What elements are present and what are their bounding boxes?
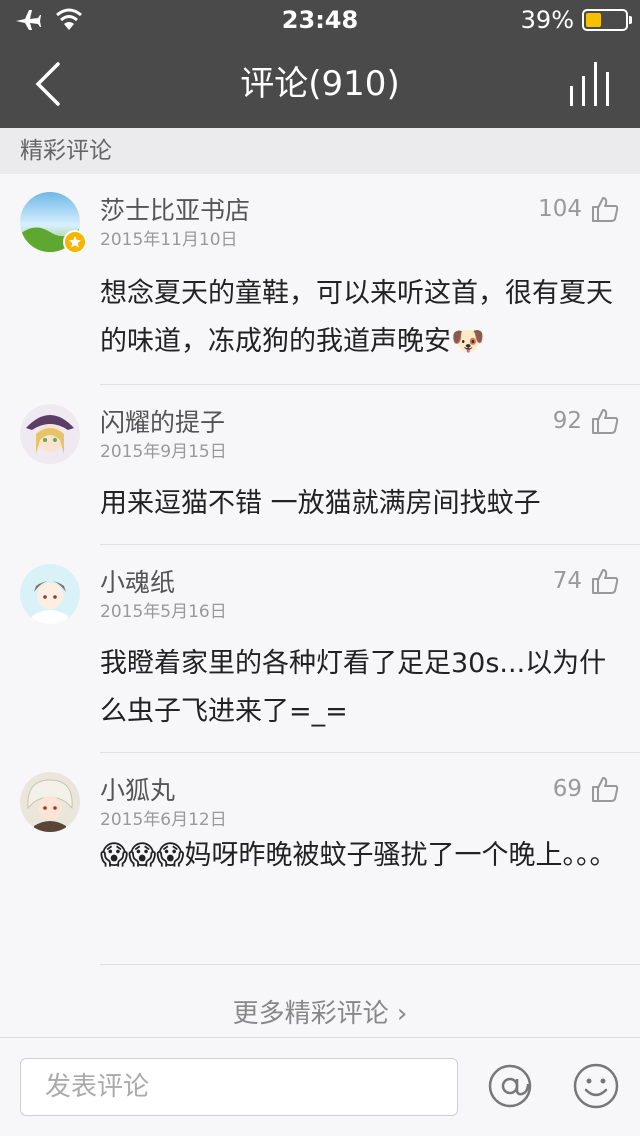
comment-compose-bar: 发表评论 xyxy=(0,1037,640,1136)
like-count: 104 xyxy=(538,196,582,222)
comment-author[interactable]: 小狐丸 xyxy=(100,774,175,808)
thumbs-up-icon xyxy=(592,197,619,222)
like-button[interactable]: 74 xyxy=(553,566,620,596)
comment-date: 2015年6月12日 xyxy=(100,810,227,830)
smiley-icon[interactable] xyxy=(572,1062,620,1110)
divider xyxy=(100,384,640,385)
more-comments-link[interactable]: 更多精彩评论 › xyxy=(0,996,640,1032)
comment-input[interactable]: 发表评论 xyxy=(20,1058,458,1116)
at-sign-icon[interactable] xyxy=(486,1062,534,1110)
comment-author[interactable]: 莎士比亚书店 xyxy=(100,194,250,228)
divider xyxy=(100,544,640,545)
comment-date: 2015年5月16日 xyxy=(100,602,227,622)
battery-percent: 39% xyxy=(520,6,574,34)
section-header: 精彩评论 xyxy=(0,128,640,174)
status-bar: 23:48 39% xyxy=(0,0,640,40)
like-count: 92 xyxy=(552,408,582,434)
comment-text: 想念夏天的童鞋，可以来听这首，很有夏天的味道，冻成狗的我道声晚安🐶 xyxy=(100,278,613,357)
like-button[interactable]: 69 xyxy=(553,774,620,804)
comment-text: 😱😱😱妈呀昨晚被蚊子骚扰了一个晚上。。。 xyxy=(100,840,617,871)
comment-text: 我瞪着家里的各种灯看了足足30s...以为什么虫子飞进来了=_= xyxy=(100,648,607,727)
thumbs-up-icon xyxy=(592,569,619,594)
divider xyxy=(100,752,640,753)
avatar[interactable] xyxy=(20,772,80,832)
comment-date: 2015年11月10日 xyxy=(100,230,238,250)
page-title: 评论(910) xyxy=(240,64,400,104)
like-count: 69 xyxy=(552,776,582,802)
nav-bar: 评论(910) xyxy=(0,40,640,128)
comment-author[interactable]: 闪耀的提子 xyxy=(100,406,225,440)
comment-date: 2015年9月15日 xyxy=(100,442,227,462)
like-button[interactable]: 104 xyxy=(538,194,620,224)
battery-icon xyxy=(582,9,632,31)
divider xyxy=(100,964,640,965)
avatar[interactable] xyxy=(20,564,80,624)
comment-author[interactable]: 小魂纸 xyxy=(100,566,175,600)
thumbs-up-icon xyxy=(592,777,619,802)
bars-icon[interactable] xyxy=(568,60,618,108)
vip-badge xyxy=(63,230,87,254)
like-button[interactable]: 92 xyxy=(553,406,620,436)
comment-text: 用来逗猫不错 一放猫就满房间找蚊子 xyxy=(100,488,541,519)
star-icon xyxy=(69,236,81,248)
battery-level xyxy=(586,13,601,27)
thumbs-up-icon xyxy=(592,409,619,434)
avatar[interactable] xyxy=(20,404,80,464)
like-count: 74 xyxy=(552,568,582,594)
